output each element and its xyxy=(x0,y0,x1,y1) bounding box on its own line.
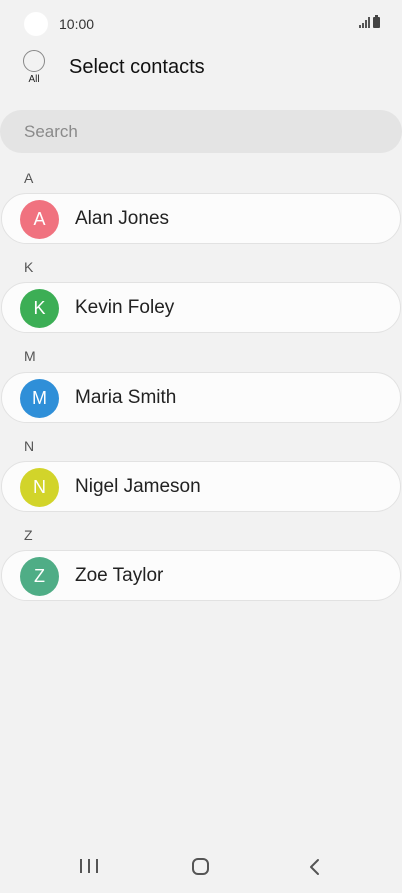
contact-name: Alan Jones xyxy=(75,208,170,229)
back-icon[interactable] xyxy=(306,857,324,877)
avatar: M xyxy=(20,379,59,418)
contact-item[interactable]: A Alan Jones xyxy=(1,193,401,244)
search-input[interactable]: Search xyxy=(0,110,402,153)
contact-name: Zoe Taylor xyxy=(75,565,164,586)
section-header-k: K xyxy=(24,259,34,275)
recent-apps-icon[interactable] xyxy=(80,859,98,877)
search-placeholder: Search xyxy=(24,121,78,141)
navigation-bar xyxy=(0,845,402,893)
header: All Select contacts xyxy=(0,48,402,98)
avatar: K xyxy=(20,289,59,328)
signal-icon xyxy=(359,17,370,28)
section-header-m: M xyxy=(24,348,36,364)
contact-name: Nigel Jameson xyxy=(75,476,201,497)
select-all-checkbox[interactable]: All xyxy=(22,50,48,88)
status-icons xyxy=(359,15,380,28)
avatar: N xyxy=(20,468,59,507)
section-header-n: N xyxy=(24,438,35,454)
select-all-circle-icon xyxy=(23,50,45,72)
contact-item[interactable]: Z Zoe Taylor xyxy=(1,550,401,601)
notification-dot-icon xyxy=(24,12,48,36)
section-header-z: Z xyxy=(24,527,33,543)
section-header-a: A xyxy=(24,170,34,186)
status-bar: 10:00 xyxy=(0,0,402,48)
contact-item[interactable]: M Maria Smith xyxy=(1,372,401,423)
page-title: Select contacts xyxy=(69,56,205,78)
avatar: A xyxy=(20,200,59,239)
select-all-label: All xyxy=(28,74,40,85)
status-time: 10:00 xyxy=(59,16,95,32)
contact-name: Maria Smith xyxy=(75,387,177,408)
contact-item[interactable]: K Kevin Foley xyxy=(1,282,401,333)
contact-item[interactable]: N Nigel Jameson xyxy=(1,461,401,512)
battery-icon xyxy=(373,15,380,28)
contact-name: Kevin Foley xyxy=(75,297,175,318)
home-icon[interactable] xyxy=(192,858,209,875)
avatar: Z xyxy=(20,557,59,596)
